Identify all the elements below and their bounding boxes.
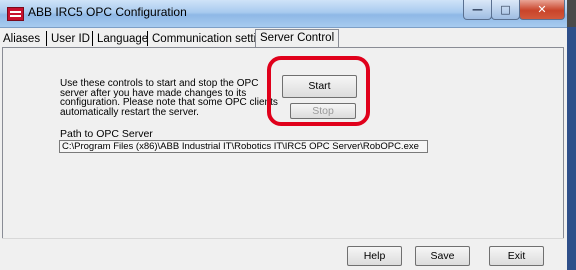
window-title: ABB IRC5 OPC Configuration xyxy=(28,5,187,19)
abb-app-icon xyxy=(7,7,24,21)
tab-strip: Aliases User ID Language Communication s… xyxy=(0,28,567,49)
help-button[interactable]: Help xyxy=(347,246,402,266)
footer-divider xyxy=(2,238,564,239)
tab-separator xyxy=(147,31,148,46)
tab-server-control[interactable]: Server Control xyxy=(255,29,340,49)
window-edge-scrollbar xyxy=(567,0,576,270)
server-control-description: Use these controls to start and stop the… xyxy=(60,78,278,118)
minimize-button[interactable]: — xyxy=(463,0,492,20)
opc-server-path-field[interactable]: C:\Program Files (x86)\ABB Industrial IT… xyxy=(59,140,428,153)
path-label: Path to OPC Server xyxy=(60,128,153,140)
opc-configuration-window: ABB IRC5 OPC Configuration — □ ✕ Aliases… xyxy=(0,0,567,270)
maximize-button[interactable]: □ xyxy=(491,0,520,20)
tab-aliases[interactable]: Aliases xyxy=(3,32,40,47)
title-bar[interactable]: ABB IRC5 OPC Configuration — □ ✕ xyxy=(0,0,567,28)
tab-user-id[interactable]: User ID xyxy=(51,32,90,47)
start-button-highlight xyxy=(267,56,370,126)
save-button[interactable]: Save xyxy=(415,246,470,266)
tab-language[interactable]: Language xyxy=(97,32,148,47)
close-button[interactable]: ✕ xyxy=(519,0,565,20)
tab-separator xyxy=(46,31,47,46)
tab-separator xyxy=(92,31,93,46)
exit-button[interactable]: Exit xyxy=(489,246,544,266)
